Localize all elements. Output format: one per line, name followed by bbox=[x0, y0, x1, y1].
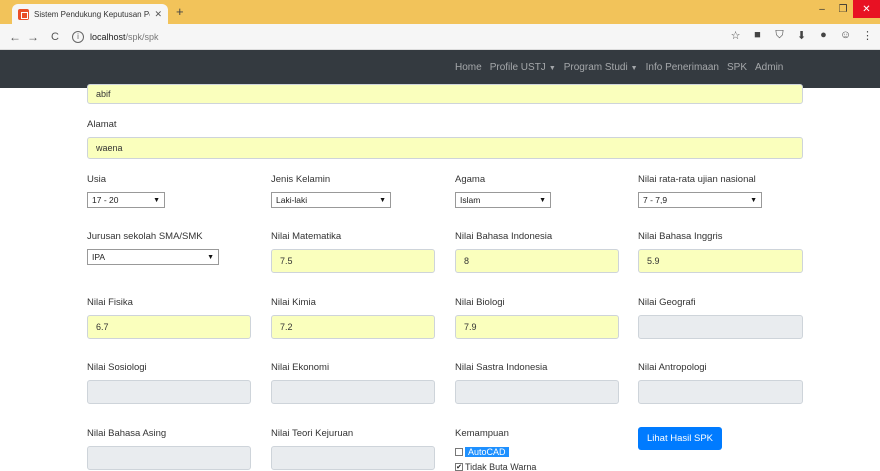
nav-spk[interactable]: SPK bbox=[727, 62, 747, 73]
jurusan-select[interactable]: IPA ▼ bbox=[87, 249, 219, 265]
jurusan-select-value: IPA bbox=[92, 252, 106, 262]
bahasa-asing-input[interactable] bbox=[87, 446, 251, 470]
geografi-input[interactable] bbox=[638, 315, 803, 339]
tab-close-icon[interactable]: ✕ bbox=[154, 9, 162, 20]
matematika-input[interactable]: 7.5 bbox=[271, 249, 435, 273]
ekonomi-label: Nilai Ekonomi bbox=[271, 362, 330, 373]
browser-toolbar: ← → C i localhost/spk/spk ☆ ■ ⛉ ⬇ ● ☺ ⋮ bbox=[0, 24, 880, 50]
agama-select[interactable]: Islam ▼ bbox=[455, 192, 551, 208]
url-host: localhost bbox=[90, 31, 126, 42]
select-arrow-icon: ▼ bbox=[539, 196, 546, 204]
nav-admin[interactable]: Admin bbox=[755, 62, 783, 73]
extension-leaf-icon[interactable]: ● bbox=[817, 29, 830, 42]
select-arrow-icon: ▼ bbox=[379, 196, 386, 204]
usia-select[interactable]: 17 - 20 ▼ bbox=[87, 192, 165, 208]
tab-title: Sistem Pendukung Keputusan Pe bbox=[34, 9, 151, 19]
nav-profile-ustj-label: Profile USTJ bbox=[489, 62, 546, 73]
antropologi-label: Nilai Antropologi bbox=[638, 362, 707, 373]
select-arrow-icon: ▼ bbox=[153, 196, 160, 204]
nav-program-studi-label: Program Studi bbox=[563, 62, 628, 73]
biologi-input[interactable]: 7.9 bbox=[455, 315, 619, 339]
site-favicon-icon bbox=[18, 8, 29, 20]
sosiologi-input[interactable] bbox=[87, 380, 251, 404]
nav-home[interactable]: Home bbox=[455, 62, 482, 73]
kimia-input[interactable]: 7.2 bbox=[271, 315, 435, 339]
window-minimize-button[interactable]: – bbox=[812, 0, 832, 18]
jurusan-label: Jurusan sekolah SMA/SMK bbox=[87, 231, 203, 242]
browser-tab-strip: Sistem Pendukung Keputusan Pe ✕ + – ❐ ✕ bbox=[0, 0, 880, 24]
account-icon[interactable]: ☺ bbox=[839, 29, 852, 42]
nama-input[interactable]: abif bbox=[87, 84, 803, 104]
autocad-checkbox-label: AutoCAD bbox=[465, 447, 509, 457]
antropologi-input[interactable] bbox=[638, 380, 803, 404]
geografi-label: Nilai Geografi bbox=[638, 297, 696, 308]
select-arrow-icon: ▼ bbox=[207, 253, 214, 261]
new-tab-button[interactable]: + bbox=[176, 4, 184, 19]
nav-program-studi[interactable]: Program Studi ▼ bbox=[564, 62, 638, 73]
teori-kejuruan-input[interactable] bbox=[271, 446, 435, 470]
reload-icon[interactable]: C bbox=[46, 31, 64, 43]
binggris-input[interactable]: 5.9 bbox=[638, 249, 803, 273]
alamat-label: Alamat bbox=[87, 119, 117, 130]
fisika-input[interactable]: 6.7 bbox=[87, 315, 251, 339]
sastra-label: Nilai Sastra Indonesia bbox=[455, 362, 548, 373]
agama-label: Agama bbox=[455, 174, 486, 185]
usia-select-value: 17 - 20 bbox=[92, 195, 119, 205]
bookmark-star-icon[interactable]: ☆ bbox=[729, 29, 742, 42]
extension-shield-icon[interactable]: ⛉ bbox=[773, 29, 786, 42]
menu-kebab-icon[interactable]: ⋮ bbox=[861, 29, 874, 42]
checkbox-checked-icon[interactable]: ✔ bbox=[455, 463, 463, 471]
checkbox-unchecked-icon[interactable] bbox=[455, 448, 463, 456]
rata-rata-label: Nilai rata-rata ujian nasional bbox=[638, 174, 756, 185]
tidak-buta-warna-checkbox-label: Tidak Buta Warna bbox=[465, 462, 537, 471]
navbar-links: Home Profile USTJ ▼ Program Studi ▼ Info P… bbox=[455, 62, 791, 73]
spk-form: abif Alamat waena Usia 17 - 20 ▼ Jenis K… bbox=[0, 84, 880, 471]
bindo-input[interactable]: 8 bbox=[455, 249, 619, 273]
sosiologi-label: Nilai Sosiologi bbox=[87, 362, 147, 373]
lihat-hasil-spk-button[interactable]: Lihat Hasil SPK bbox=[638, 427, 722, 450]
kimia-label: Nilai Kimia bbox=[271, 297, 316, 308]
sastra-input[interactable] bbox=[455, 380, 619, 404]
download-icon[interactable]: ⬇ bbox=[795, 29, 808, 42]
jenis-kelamin-select[interactable]: Laki-laki ▼ bbox=[271, 192, 391, 208]
select-arrow-icon: ▼ bbox=[750, 196, 757, 204]
caret-down-icon: ▼ bbox=[630, 65, 638, 72]
nav-profile-ustj[interactable]: Profile USTJ ▼ bbox=[490, 62, 556, 73]
bahasa-asing-label: Nilai Bahasa Asing bbox=[87, 428, 167, 439]
nav-info-penerimaan[interactable]: Info Penerimaan bbox=[646, 62, 719, 73]
url-path: /spk/spk bbox=[125, 31, 159, 42]
forward-arrow-icon[interactable]: → bbox=[24, 30, 42, 44]
rata-rata-select-value: 7 - 7,9 bbox=[643, 195, 668, 205]
site-info-icon[interactable]: i bbox=[72, 30, 84, 43]
biologi-label: Nilai Biologi bbox=[455, 297, 505, 308]
extension-icons: ☆ ■ ⛉ ⬇ ● ☺ ⋮ bbox=[729, 29, 874, 42]
kemampuan-label: Kemampuan bbox=[455, 428, 509, 439]
binggris-label: Nilai Bahasa Inggris bbox=[638, 231, 723, 242]
jenis-kelamin-label: Jenis Kelamin bbox=[271, 174, 331, 185]
fisika-label: Nilai Fisika bbox=[87, 297, 133, 308]
usia-label: Usia bbox=[87, 174, 107, 185]
window-maximize-button[interactable]: ❐ bbox=[833, 0, 853, 18]
alamat-input[interactable]: waena bbox=[87, 137, 803, 159]
autocad-checkbox[interactable]: AutoCAD bbox=[455, 447, 509, 457]
jenis-kelamin-select-value: Laki-laki bbox=[276, 195, 308, 205]
bindo-label: Nilai Bahasa Indonesia bbox=[455, 231, 553, 242]
agama-select-value: Islam bbox=[460, 195, 481, 205]
rata-rata-select[interactable]: 7 - 7,9 ▼ bbox=[638, 192, 762, 208]
back-arrow-icon[interactable]: ← bbox=[6, 30, 24, 44]
address-bar[interactable]: i localhost/spk/spk bbox=[72, 27, 792, 47]
site-navbar: Home Profile USTJ ▼ Program Studi ▼ Info P… bbox=[0, 50, 880, 88]
browser-tab[interactable]: Sistem Pendukung Keputusan Pe ✕ bbox=[12, 4, 168, 24]
extension-square-icon[interactable]: ■ bbox=[751, 29, 764, 42]
teori-kejuruan-label: Nilai Teori Kejuruan bbox=[271, 428, 354, 439]
matematika-label: Nilai Matematika bbox=[271, 231, 342, 242]
window-close-button[interactable]: ✕ bbox=[853, 0, 880, 18]
caret-down-icon: ▼ bbox=[548, 65, 556, 72]
tidak-buta-warna-checkbox[interactable]: ✔ Tidak Buta Warna bbox=[455, 462, 536, 471]
ekonomi-input[interactable] bbox=[271, 380, 435, 404]
